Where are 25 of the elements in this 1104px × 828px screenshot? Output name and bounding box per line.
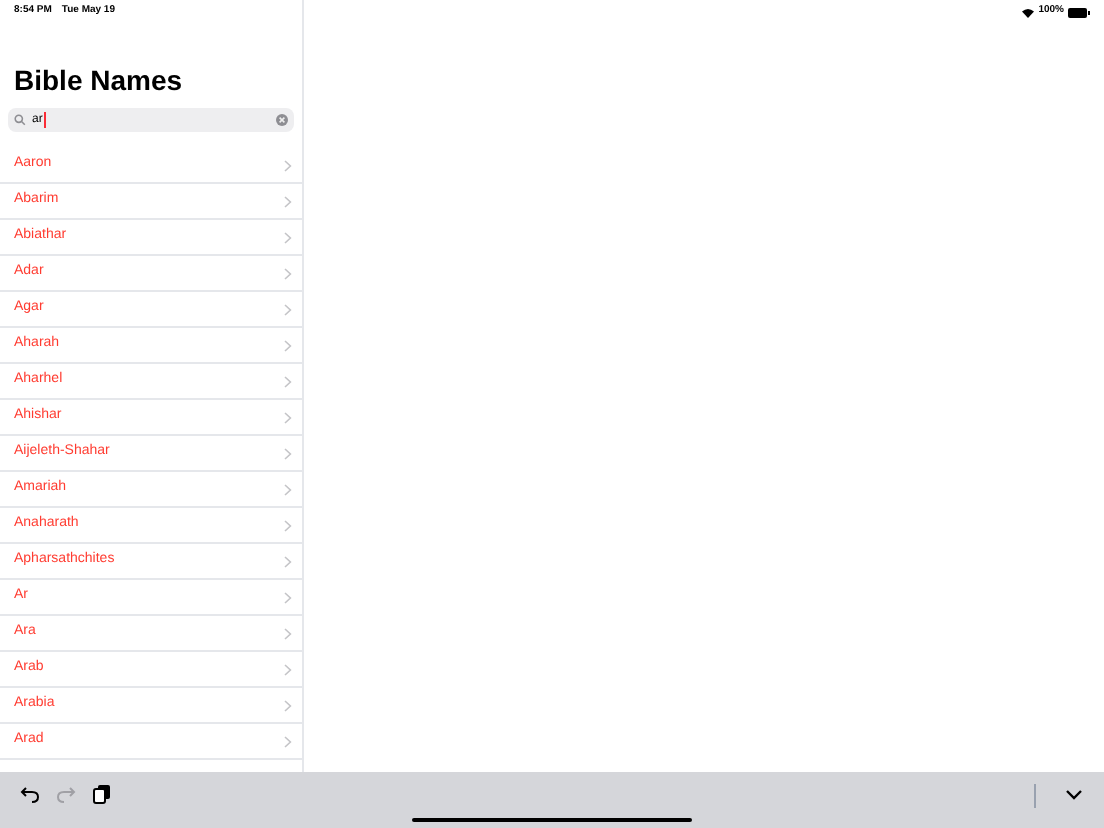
paste-icon[interactable] bbox=[92, 784, 112, 804]
chevron-down-icon[interactable] bbox=[1064, 784, 1084, 804]
battery-icon bbox=[1068, 7, 1090, 17]
chevron-right-icon bbox=[284, 303, 292, 315]
chevron-right-icon bbox=[284, 627, 292, 639]
chevron-right-icon bbox=[284, 555, 292, 567]
chevron-right-icon bbox=[284, 519, 292, 531]
chevron-right-icon bbox=[284, 267, 292, 279]
chevron-right-icon bbox=[284, 195, 292, 207]
clear-icon[interactable] bbox=[276, 114, 288, 126]
chevron-right-icon bbox=[284, 663, 292, 675]
chevron-right-icon bbox=[284, 231, 292, 243]
undo-icon[interactable] bbox=[20, 784, 40, 804]
chevron-right-icon bbox=[284, 735, 292, 747]
chevron-right-icon bbox=[284, 447, 292, 459]
wifi-icon bbox=[1022, 7, 1035, 17]
chevron-right-icon bbox=[284, 699, 292, 711]
chevron-right-icon bbox=[284, 591, 292, 603]
chevron-right-icon bbox=[284, 375, 292, 387]
chevron-right-icon bbox=[284, 339, 292, 351]
page-title: Bible Names bbox=[12, 64, 185, 96]
chevron-right-icon bbox=[284, 483, 292, 495]
search-icon bbox=[14, 114, 26, 126]
chevron-right-icon bbox=[284, 411, 292, 423]
chevron-right-icon bbox=[284, 159, 292, 171]
